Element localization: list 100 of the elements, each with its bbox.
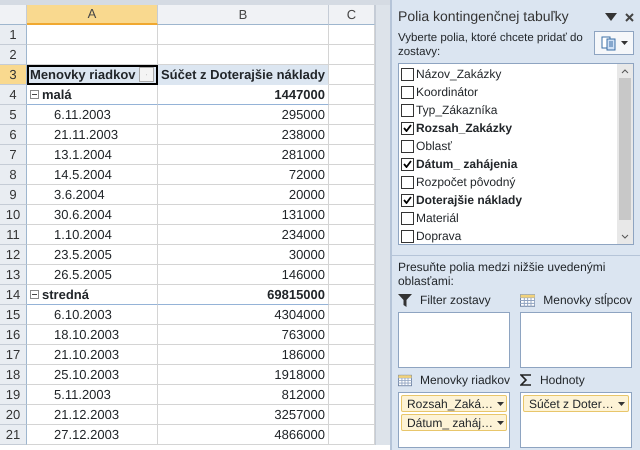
row-header[interactable]: 4 — [0, 85, 27, 105]
field-list-scrollbar[interactable] — [617, 64, 633, 244]
checkbox[interactable] — [401, 86, 414, 98]
row-header[interactable]: 16 — [0, 325, 27, 345]
row-header[interactable]: 12 — [0, 245, 27, 265]
row-header[interactable]: 15 — [0, 305, 27, 325]
empty-cell — [329, 345, 375, 365]
field-label[interactable]: Oblasť — [416, 137, 452, 155]
table-cell: 1.10.2004 — [27, 225, 158, 245]
row-header[interactable]: 14 — [0, 285, 27, 305]
column-header[interactable]: B — [158, 5, 329, 25]
scroll-thumb[interactable] — [619, 78, 631, 220]
checkbox[interactable] — [401, 176, 414, 188]
field-label[interactable]: Doprava — [416, 227, 462, 245]
field-label[interactable]: Koordinátor — [416, 83, 478, 101]
table-cell: 5.11.2003 — [27, 385, 158, 405]
checkbox[interactable] — [401, 194, 414, 206]
row-header[interactable]: 9 — [0, 185, 27, 205]
empty-cell — [329, 165, 375, 185]
column-header[interactable]: C — [329, 5, 375, 25]
instruction-text: Presuňte polia medzi nižšie uvedenými oblasťami: — [398, 260, 606, 288]
area-title: Menovky stĺpcov — [543, 292, 632, 309]
empty-cell — [329, 85, 375, 105]
table-cell: 763000 — [158, 325, 329, 345]
scroll-down-icon[interactable] — [621, 234, 629, 240]
sum-icon — [520, 374, 532, 386]
row-header[interactable]: 20 — [0, 405, 27, 425]
table-cell: 234000 — [158, 225, 329, 245]
table-cell: 131000 — [158, 205, 329, 225]
table-cell: 26.5.2005 — [27, 265, 158, 285]
row-header[interactable]: 21 — [0, 425, 27, 445]
layout-icon — [600, 35, 616, 51]
table-cell: 146000 — [158, 265, 329, 285]
panel-title: Polia kontingenčnej tabuľky — [398, 7, 569, 26]
table-cell: 69815000 — [158, 285, 329, 305]
empty-cell — [329, 25, 375, 45]
table-cell: 21.10.2003 — [27, 345, 158, 365]
layout-button[interactable] — [594, 31, 634, 55]
empty-cell — [329, 405, 375, 425]
instruction-text: Vyberte polia, ktoré chcete pridať do zostavy: — [398, 31, 583, 59]
table-cell: 186000 — [158, 345, 329, 365]
checkbox[interactable] — [401, 140, 414, 152]
row-header[interactable]: 5 — [0, 105, 27, 125]
checkbox[interactable] — [401, 158, 414, 170]
row-header[interactable]: 17 — [0, 345, 27, 365]
field-chip[interactable]: Rozsah_Zaká… — [401, 395, 507, 412]
table-cell: 30.6.2004 — [27, 205, 158, 225]
row-header[interactable]: 19 — [0, 385, 27, 405]
row-header[interactable]: 11 — [0, 225, 27, 245]
empty-cell — [329, 325, 375, 345]
empty-cell — [329, 245, 375, 265]
checkbox[interactable] — [401, 122, 414, 134]
table-cell: 21.12.2003 — [27, 405, 158, 425]
empty-cell — [329, 305, 375, 325]
collapse-icon[interactable] — [30, 90, 39, 99]
field-label[interactable]: Typ_Zákazníka — [416, 101, 498, 119]
scroll-up-icon[interactable] — [621, 68, 629, 74]
table-cell: 27.12.2003 — [27, 425, 158, 445]
empty-cell — [329, 205, 375, 225]
column-header[interactable]: A — [27, 5, 158, 25]
row-header[interactable]: 8 — [0, 165, 27, 185]
filter-icon — [398, 294, 412, 306]
row-header[interactable]: 13 — [0, 265, 27, 285]
vertical-scrollbar[interactable] — [375, 5, 390, 445]
table-cell: 1447000 — [158, 85, 329, 105]
group-label: stredná — [42, 286, 89, 304]
empty-cell — [329, 45, 375, 65]
table-cell: 30000 — [158, 245, 329, 265]
field-label[interactable]: Dátum_ zahájenia — [416, 155, 518, 173]
checkbox[interactable] — [401, 104, 414, 116]
row-header[interactable]: 18 — [0, 365, 27, 385]
row-header[interactable]: 1 — [0, 25, 27, 45]
field-label[interactable]: Doterajšie náklady — [416, 191, 522, 209]
field-label[interactable]: Materiál — [416, 209, 459, 227]
table-cell: 21.11.2003 — [27, 125, 158, 145]
checkbox[interactable] — [401, 68, 414, 80]
row-header[interactable]: 10 — [0, 205, 27, 225]
row-header[interactable]: 2 — [0, 45, 27, 65]
row-header[interactable]: 3 — [0, 65, 27, 85]
collapse-icon[interactable] — [30, 290, 39, 299]
table-cell: 4866000 — [158, 425, 329, 445]
field-chip[interactable]: Dátum_ zaháj… — [401, 414, 507, 431]
row-header[interactable]: 7 — [0, 145, 27, 165]
field-chip[interactable]: Súčet z Doter… — [523, 395, 629, 412]
grid-icon — [398, 374, 412, 386]
empty-cell — [329, 145, 375, 165]
table-cell: 25.10.2003 — [27, 365, 158, 385]
table-cell: 18.10.2003 — [27, 325, 158, 345]
field-label[interactable]: Rozsah_Zakázky — [416, 119, 512, 137]
row-header[interactable]: 6 — [0, 125, 27, 145]
empty-cell — [329, 425, 375, 445]
table-cell: 812000 — [158, 385, 329, 405]
empty-cell — [329, 105, 375, 125]
column-label: Menovky riadkov — [30, 66, 136, 84]
field-label[interactable]: Názov_Zakázky — [416, 65, 502, 83]
table-cell: 238000 — [158, 125, 329, 145]
checkbox[interactable] — [401, 212, 414, 224]
field-label[interactable]: Rozpočet pôvodný — [416, 173, 516, 191]
checkbox[interactable] — [401, 230, 414, 242]
table-cell: 3257000 — [158, 405, 329, 425]
